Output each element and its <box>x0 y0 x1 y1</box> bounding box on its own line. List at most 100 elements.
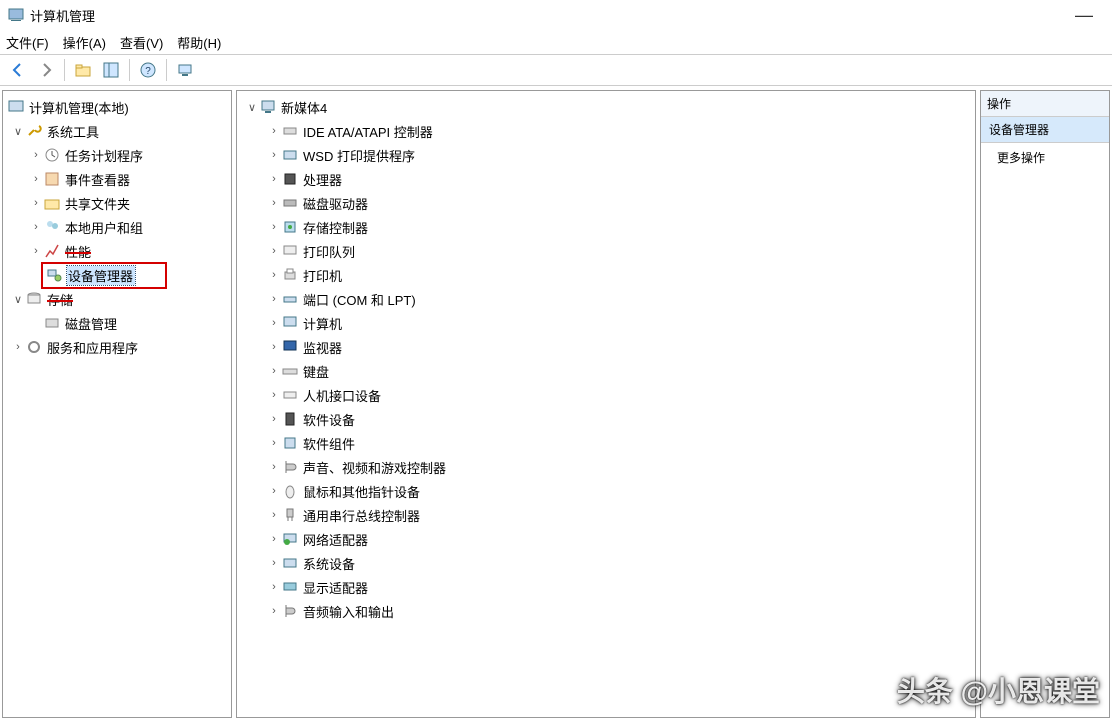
storage-icon <box>25 290 43 308</box>
tree-label: 端口 (COM 和 LPT) <box>303 290 416 309</box>
toggle-collapsed-icon[interactable]: › <box>267 581 281 593</box>
device-category[interactable]: ›人机接口设备 <box>239 383 973 407</box>
device-category[interactable]: › 软件组件 <box>239 431 973 455</box>
tree-services-apps[interactable]: › 服务和应用程序 <box>5 335 229 359</box>
up-button[interactable] <box>71 58 95 82</box>
actions-group[interactable]: 设备管理器 <box>981 117 1109 143</box>
menu-file[interactable]: 文件(F) <box>6 33 49 52</box>
actions-more[interactable]: 更多操作 <box>981 143 1109 172</box>
device-category[interactable]: › 打印队列 <box>239 239 973 263</box>
tree-label: 软件组件 <box>303 434 355 453</box>
tree-device-manager[interactable]: 设备管理器 <box>5 263 229 287</box>
toggle-expanded-icon[interactable]: ∨ <box>245 101 259 114</box>
tree-performance[interactable]: › 性能 <box>5 239 229 263</box>
toggle-collapsed-icon[interactable]: › <box>267 605 281 617</box>
device-category[interactable]: ›处理器 <box>239 167 973 191</box>
device-category[interactable]: ›声音、视频和游戏控制器 <box>239 455 973 479</box>
toggle-collapsed-icon[interactable]: › <box>267 125 281 137</box>
toggle-collapsed-icon[interactable]: › <box>267 437 281 449</box>
tree-label: 鼠标和其他指针设备 <box>303 482 420 501</box>
device-category[interactable]: › 显示适配器 <box>239 575 973 599</box>
toggle-collapsed-icon[interactable]: › <box>267 149 281 161</box>
menu-help[interactable]: 帮助(H) <box>177 33 221 52</box>
toggle-collapsed-icon[interactable]: › <box>267 317 281 329</box>
toggle-collapsed-icon[interactable]: › <box>11 341 25 353</box>
fwd-button[interactable] <box>34 58 58 82</box>
device-category[interactable]: › 通用串行总线控制器 <box>239 503 973 527</box>
disk-drive-icon <box>281 194 299 212</box>
event-icon <box>43 170 61 188</box>
monitor-icon <box>281 338 299 356</box>
tree-label: 显示适配器 <box>303 578 368 597</box>
device-category[interactable]: ›音频输入和输出 <box>239 599 973 623</box>
tree-root[interactable]: 计算机管理(本地) <box>5 95 229 119</box>
device-category[interactable]: ›计算机 <box>239 311 973 335</box>
device-category[interactable]: ›WSD 打印提供程序 <box>239 143 973 167</box>
tree-label: 打印队列 <box>303 242 355 261</box>
device-category[interactable]: › 鼠标和其他指针设备 <box>239 479 973 503</box>
device-button[interactable] <box>173 58 197 82</box>
storage-controller-icon <box>281 218 299 236</box>
toggle-collapsed-icon[interactable]: › <box>29 245 43 257</box>
device-category[interactable]: ›系统设备 <box>239 551 973 575</box>
toggle-collapsed-icon[interactable]: › <box>29 197 43 209</box>
tree-label: 性能 <box>65 242 91 261</box>
keyboard-icon <box>281 362 299 380</box>
tree-label: 任务计划程序 <box>65 146 143 165</box>
device-category[interactable]: ›打印机 <box>239 263 973 287</box>
toggle-collapsed-icon[interactable]: › <box>267 413 281 425</box>
tree-shared-folders[interactable]: › 共享文件夹 <box>5 191 229 215</box>
tree-task-scheduler[interactable]: › 任务计划程序 <box>5 143 229 167</box>
device-category[interactable]: › 端口 (COM 和 LPT) <box>239 287 973 311</box>
toggle-collapsed-icon[interactable]: › <box>267 173 281 185</box>
toggle-collapsed-icon[interactable]: › <box>267 533 281 545</box>
device-category[interactable]: › 监视器 <box>239 335 973 359</box>
tree-label: 通用串行总线控制器 <box>303 506 420 525</box>
hid-icon <box>281 386 299 404</box>
menu-action[interactable]: 操作(A) <box>63 33 106 52</box>
software-component-icon <box>281 434 299 452</box>
toggle-collapsed-icon[interactable]: › <box>267 341 281 353</box>
help-button[interactable]: ? <box>136 58 160 82</box>
toggle-collapsed-icon[interactable]: › <box>267 269 281 281</box>
dev-root[interactable]: ∨ 新媒体4 <box>239 95 973 119</box>
show-pane-button[interactable] <box>99 58 123 82</box>
menu-view[interactable]: 查看(V) <box>120 33 163 52</box>
device-category[interactable]: ›网络适配器 <box>239 527 973 551</box>
tree-disk-mgmt[interactable]: 磁盘管理 <box>5 311 229 335</box>
tree-local-users[interactable]: › 本地用户和组 <box>5 215 229 239</box>
tree-label: 服务和应用程序 <box>47 338 138 357</box>
audio-io-icon <box>281 602 299 620</box>
toggle-collapsed-icon[interactable]: › <box>29 173 43 185</box>
device-category[interactable]: ›存储控制器 <box>239 215 973 239</box>
device-category[interactable]: ›磁盘驱动器 <box>239 191 973 215</box>
device-manager-icon <box>45 266 63 284</box>
tree-storage[interactable]: ∨ 存储 <box>5 287 229 311</box>
toggle-collapsed-icon[interactable]: › <box>29 221 43 233</box>
toggle-expanded-icon[interactable]: ∨ <box>11 293 25 306</box>
toggle-collapsed-icon[interactable]: › <box>267 509 281 521</box>
toggle-collapsed-icon[interactable]: › <box>267 197 281 209</box>
device-category[interactable]: ›键盘 <box>239 359 973 383</box>
back-button[interactable] <box>6 58 30 82</box>
toggle-collapsed-icon[interactable]: › <box>267 221 281 233</box>
toggle-collapsed-icon[interactable]: › <box>267 245 281 257</box>
device-category[interactable]: ›软件设备 <box>239 407 973 431</box>
tree-label: 新媒体4 <box>281 98 327 117</box>
actions-pane: 操作 设备管理器 更多操作 <box>980 90 1110 718</box>
toggle-expanded-icon[interactable]: ∨ <box>11 125 25 138</box>
tree-label: 监视器 <box>303 338 342 357</box>
system-device-icon <box>281 554 299 572</box>
tree-event-viewer[interactable]: › 事件查看器 <box>5 167 229 191</box>
toggle-collapsed-icon[interactable]: › <box>267 293 281 305</box>
toggle-collapsed-icon[interactable]: › <box>267 485 281 497</box>
window-title: 计算机管理 <box>30 6 95 25</box>
device-category[interactable]: ›IDE ATA/ATAPI 控制器 <box>239 119 973 143</box>
toggle-collapsed-icon[interactable]: › <box>267 389 281 401</box>
toggle-collapsed-icon[interactable]: › <box>267 557 281 569</box>
toggle-collapsed-icon[interactable]: › <box>267 461 281 473</box>
tree-system-tools[interactable]: ∨ 系统工具 <box>5 119 229 143</box>
toggle-collapsed-icon[interactable]: › <box>267 365 281 377</box>
toggle-collapsed-icon[interactable]: › <box>29 149 43 161</box>
minimize-button[interactable]: — <box>1064 5 1104 26</box>
